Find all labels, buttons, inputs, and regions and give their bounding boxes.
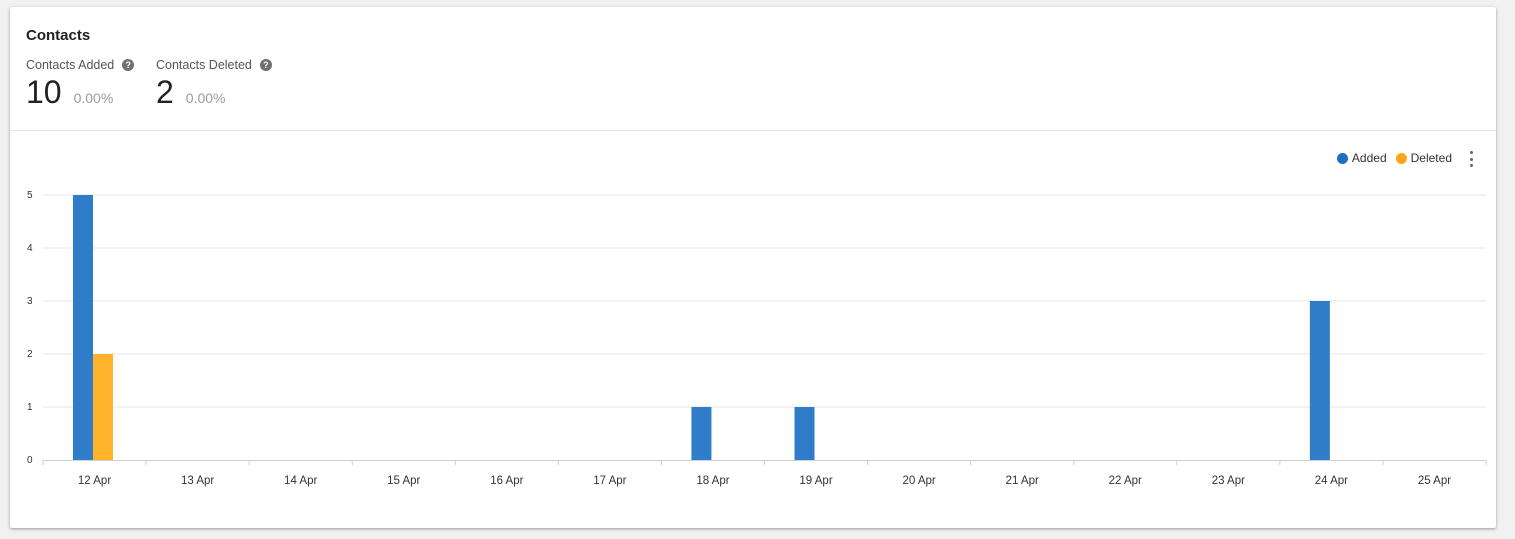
y-tick-label: 4	[27, 243, 33, 254]
x-tick-label: 23 Apr	[1212, 475, 1245, 487]
contacts-card: Contacts Contacts Added ? 10 0.00% Conta…	[10, 7, 1496, 528]
bar-deleted-12-apr	[93, 354, 113, 460]
x-tick-label: 13 Apr	[181, 475, 214, 487]
y-tick-label: 5	[27, 190, 33, 201]
x-tick-label: 18 Apr	[696, 475, 729, 487]
x-tick-label: 12 Apr	[78, 475, 111, 487]
y-tick-label: 0	[27, 455, 33, 466]
x-tick-label: 21 Apr	[1006, 475, 1039, 487]
bar-added-24-apr	[1309, 301, 1330, 460]
x-tick-label: 19 Apr	[799, 475, 832, 487]
y-tick-label: 1	[27, 402, 33, 413]
x-tick-label: 16 Apr	[490, 475, 523, 487]
x-tick-label: 15 Apr	[387, 475, 420, 487]
bar-added-12-apr	[73, 195, 93, 460]
x-tick-label: 22 Apr	[1109, 475, 1142, 487]
x-tick-label: 14 Apr	[284, 475, 317, 487]
bar-added-19-apr	[794, 407, 815, 460]
x-tick-label: 25 Apr	[1418, 475, 1451, 487]
y-tick-label: 2	[27, 349, 33, 360]
bar-chart: 0 1 2 3 4 5 12 Apr 13 Apr 14 Apr 15 Apr 16 Apr 17 A…	[27, 190, 1487, 487]
bar-added-18-apr	[691, 407, 712, 460]
x-tick-label: 24 Apr	[1315, 475, 1348, 487]
x-tick-label: 20 Apr	[902, 475, 935, 487]
x-tick-label: 17 Apr	[593, 475, 626, 487]
y-tick-label: 3	[27, 296, 33, 307]
